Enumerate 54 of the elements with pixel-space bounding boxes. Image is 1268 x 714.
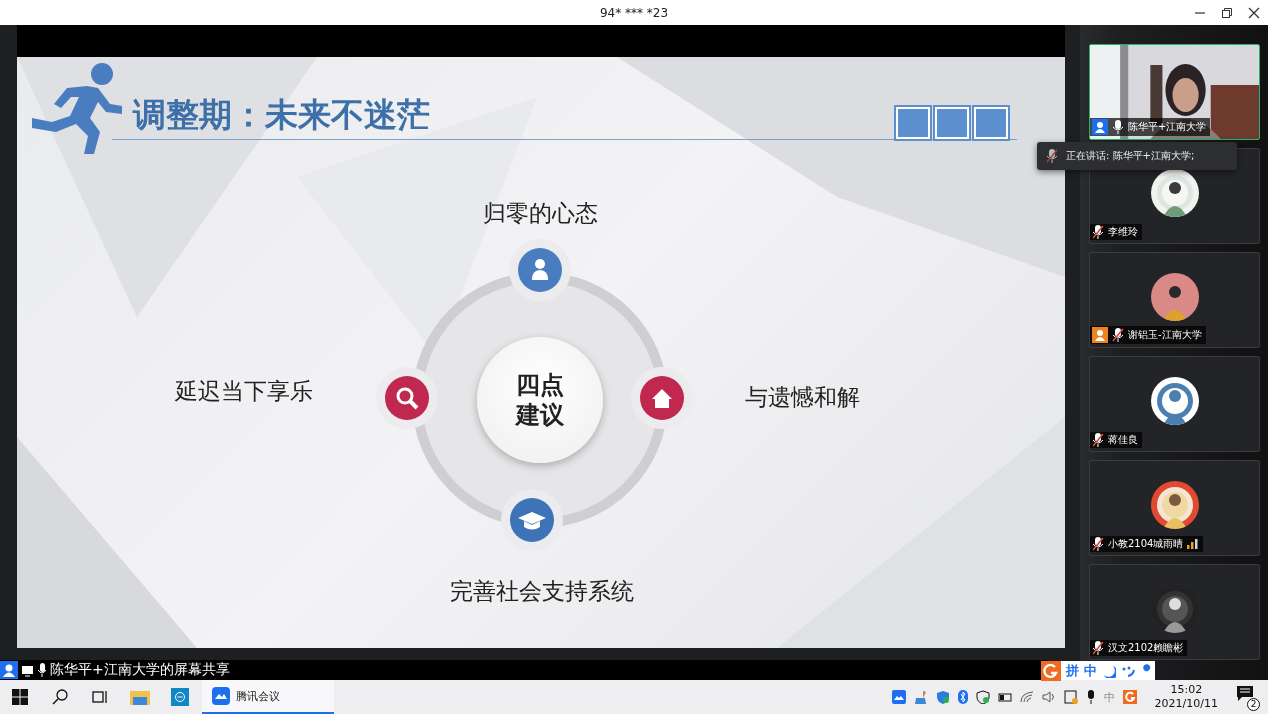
point-label: 延迟当下享乐 — [175, 377, 313, 406]
moon-icon[interactable] — [1102, 663, 1116, 678]
notification-count: 2 — [1247, 698, 1260, 711]
close-icon[interactable] — [1248, 7, 1260, 19]
point-label: 完善社会支持系统 — [449, 577, 635, 606]
cloud-icon[interactable] — [891, 690, 906, 704]
participant-tile[interactable]: 谢铝玉-江南大学 — [1089, 252, 1260, 348]
task-view-icon[interactable] — [92, 689, 108, 705]
square-icon — [896, 107, 930, 139]
user-icon — [0, 661, 18, 679]
cloud-icon — [212, 687, 230, 705]
participant-name: 李维玲 — [1108, 225, 1138, 239]
square-icon — [935, 107, 969, 139]
clock[interactable]: 15:02 2021/10/11 — [1154, 682, 1218, 712]
center-text: 四点 建议 — [516, 370, 564, 430]
microphone-icon — [37, 663, 47, 677]
participant-name: 汉文2102赖瞻彬 — [1108, 641, 1184, 655]
participant-tile[interactable]: 陈华平+江南大学 — [1089, 44, 1260, 140]
point-label: 归零的心态 — [481, 199, 599, 228]
broom-icon[interactable] — [913, 690, 928, 704]
folder-icon[interactable] — [130, 689, 150, 705]
document-icon[interactable] — [1063, 690, 1078, 704]
shield-icon[interactable] — [935, 690, 950, 704]
participant-name: 陈华平+江南大学 — [1128, 120, 1207, 134]
participant-name: 小教2104城雨晴 — [1108, 537, 1184, 551]
participant-tile[interactable]: 蒋佳良 — [1089, 356, 1260, 452]
windows-icon[interactable] — [12, 689, 28, 705]
search-node-icon — [375, 366, 439, 430]
taskbar-app-button[interactable]: 腾讯会议 — [202, 680, 334, 714]
app-icon[interactable] — [171, 688, 189, 706]
participant-name: 蒋佳良 — [1108, 433, 1138, 447]
restore-icon[interactable] — [1221, 7, 1233, 19]
participant-name: 谢铝玉-江南大学 — [1128, 328, 1202, 342]
square-icon — [974, 107, 1008, 139]
screen-share-label: 陈华平+江南大学的屏幕共享 — [50, 661, 230, 679]
window-title: 94* *** *23 — [599, 5, 669, 20]
ime-label[interactable]: 中 — [1084, 661, 1097, 680]
search-icon[interactable] — [52, 689, 68, 705]
bluetooth-icon[interactable] — [957, 690, 968, 704]
ime-logo-icon[interactable] — [1041, 660, 1061, 681]
battery-icon[interactable] — [997, 692, 1012, 702]
participant-tile[interactable]: 小教2104城雨晴 — [1089, 460, 1260, 556]
wifi-icon[interactable] — [1019, 691, 1034, 703]
running-figure-icon — [32, 60, 124, 154]
participant-tile[interactable]: 汉文2102赖瞻彬 — [1089, 564, 1260, 660]
speaker-icon[interactable] — [1041, 691, 1056, 703]
point-label: 与遗憾和解 — [745, 383, 860, 412]
person-node-icon — [508, 238, 572, 302]
microphone-icon[interactable] — [1085, 690, 1096, 704]
ime-label[interactable]: 拼 — [1066, 661, 1079, 680]
screen-share-icon — [21, 663, 34, 677]
muted-microphone-icon — [1046, 149, 1058, 163]
shield-check-icon[interactable] — [975, 690, 990, 704]
slide-title: 调整期：未来不迷茫 — [133, 94, 430, 136]
